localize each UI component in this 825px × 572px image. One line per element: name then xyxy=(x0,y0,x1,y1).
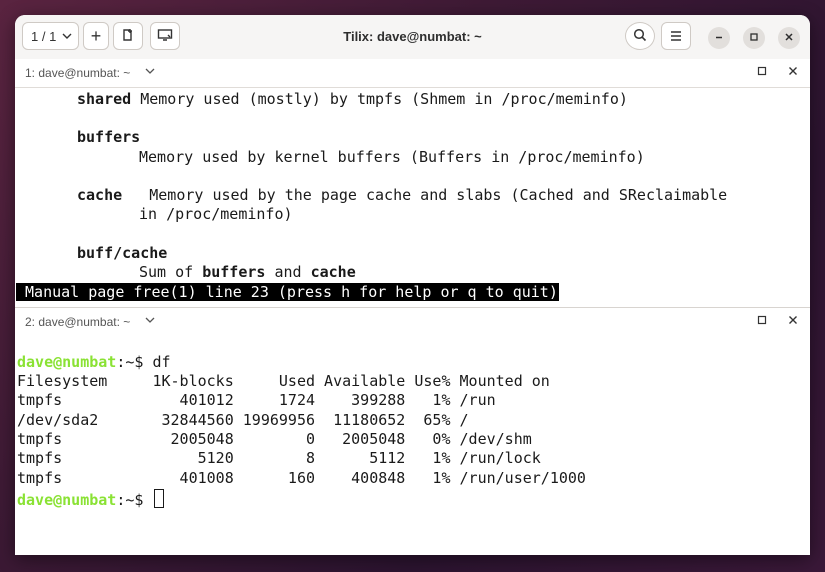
prompt-user: dave@numbat xyxy=(17,491,117,509)
pane-1-close-icon[interactable] xyxy=(788,64,798,79)
man-term-cache: cache xyxy=(77,186,123,204)
close-icon xyxy=(784,31,794,45)
man-sum-mid: and xyxy=(265,263,311,281)
pane-1-maximize-icon[interactable] xyxy=(757,65,767,79)
man-desc-shared: Memory used (mostly) by tmpfs (Shmem in … xyxy=(131,90,628,108)
tilix-window: 1 / 1 + Tilix: dave@numbat: ~ 1: dave@nu… xyxy=(15,15,810,555)
pane-2-titlebar: 2: dave@numbat: ~ xyxy=(15,307,810,337)
search-icon xyxy=(633,28,647,45)
close-button[interactable] xyxy=(778,27,800,49)
pane-2-close-icon[interactable] xyxy=(788,313,798,328)
chevron-down-icon xyxy=(62,31,72,42)
man-status-bar: Manual page free(1) line 23 (press h for… xyxy=(16,283,559,301)
df-row: tmpfs 401008 160 400848 1% /run/user/100… xyxy=(17,469,586,487)
df-header: Filesystem 1K-blocks Used Available Use%… xyxy=(17,372,550,390)
prompt-user: dave@numbat xyxy=(17,353,117,371)
man-term-shared: shared xyxy=(77,90,132,108)
df-row: /dev/sda2 32844560 19969956 11180652 65%… xyxy=(17,411,469,429)
man-desc-buffers: Memory used by kernel buffers (Buffers i… xyxy=(139,148,645,166)
prompt-path: :~$ xyxy=(116,353,153,371)
df-row: tmpfs 5120 8 5112 1% /run/lock xyxy=(17,449,541,467)
maximize-icon xyxy=(749,31,759,45)
man-sum-buffers: buffers xyxy=(202,263,266,281)
add-icon: + xyxy=(90,25,102,46)
session-counter: 1 / 1 xyxy=(31,28,57,44)
chevron-down-icon[interactable] xyxy=(145,314,155,326)
df-row: tmpfs 2005048 0 2005048 0% /dev/shm xyxy=(17,430,532,448)
man-desc-cache-2: in /proc/meminfo) xyxy=(139,205,293,223)
header-bar: 1 / 1 + Tilix: dave@numbat: ~ xyxy=(15,15,810,60)
sync-input-icon xyxy=(157,28,173,45)
add-session-button[interactable]: + xyxy=(83,22,109,50)
man-sum-cache: cache xyxy=(310,263,356,281)
man-desc-cache-1: Memory used by the page cache and slabs … xyxy=(122,186,728,204)
pane-2-terminal[interactable]: dave@numbat:~$ df Filesystem 1K-blocks U… xyxy=(15,336,810,555)
man-sum-pre: Sum of xyxy=(139,263,203,281)
pane-2-maximize-icon[interactable] xyxy=(757,314,767,328)
pane-2-title[interactable]: 2: dave@numbat: ~ xyxy=(25,315,130,329)
man-term-buffcache: buff/cache xyxy=(77,244,168,262)
search-button[interactable] xyxy=(625,22,655,50)
maximize-button[interactable] xyxy=(743,27,765,49)
pane-1-titlebar: 1: dave@numbat: ~ xyxy=(15,59,810,88)
terminal-cursor xyxy=(154,489,165,508)
prompt-path: :~$ xyxy=(116,491,153,509)
pane-1-terminal[interactable]: shared Memory used (mostly) by tmpfs (Sh… xyxy=(15,88,810,306)
hamburger-menu-icon xyxy=(670,29,682,44)
add-terminal-button[interactable] xyxy=(113,22,143,50)
menu-button[interactable] xyxy=(661,22,691,50)
chevron-down-icon[interactable] xyxy=(145,65,155,77)
pane-1-title[interactable]: 1: dave@numbat: ~ xyxy=(25,66,130,80)
add-terminal-icon xyxy=(121,28,135,45)
df-row: tmpfs 401012 1724 399288 1% /run xyxy=(17,391,496,409)
minimize-button[interactable] xyxy=(708,27,730,49)
minimize-icon xyxy=(714,31,724,45)
command-text: df xyxy=(152,353,171,371)
sync-input-button[interactable] xyxy=(150,22,180,50)
man-term-buffers: buffers xyxy=(77,128,141,146)
session-switcher-button[interactable]: 1 / 1 xyxy=(22,22,79,50)
